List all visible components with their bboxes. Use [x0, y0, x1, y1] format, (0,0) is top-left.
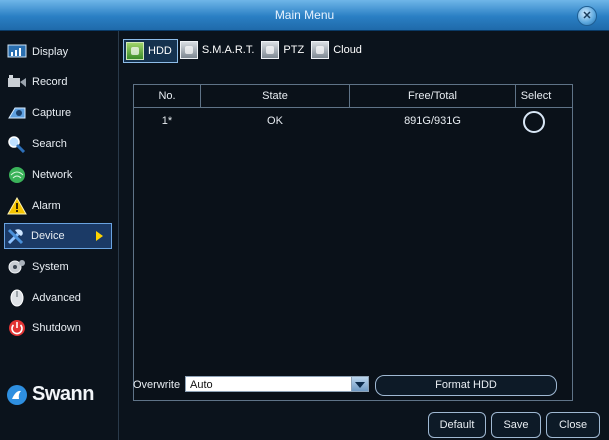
cloud-tab-icon — [311, 41, 330, 59]
overwrite-select[interactable]: Auto — [185, 376, 369, 392]
default-button[interactable]: Default — [428, 412, 486, 438]
logo-text: Swann — [32, 383, 94, 405]
tab-hdd[interactable]: HDD — [123, 39, 178, 63]
tab-cloud[interactable]: Cloud — [309, 39, 367, 61]
tab-ptz[interactable]: PTZ — [259, 39, 309, 61]
close-window-button[interactable]: ✕ — [577, 6, 597, 26]
select-radio[interactable] — [523, 111, 545, 133]
chevron-down-icon[interactable] — [351, 376, 369, 392]
network-icon — [6, 165, 28, 185]
swann-logo-icon — [7, 384, 27, 405]
cell-no: 1* — [161, 115, 173, 127]
sidebar-item-label: Alarm — [32, 200, 61, 212]
capture-icon — [6, 103, 28, 123]
swann-logo: Swann — [6, 383, 94, 406]
save-button[interactable]: Save — [491, 412, 541, 438]
overwrite-label: Overwrite — [133, 379, 181, 391]
sidebar-item-label: Advanced — [32, 292, 81, 304]
sidebar-item-record[interactable]: Record — [6, 69, 112, 95]
sidebar-item-advanced[interactable]: Advanced — [6, 285, 112, 311]
sidebar-item-display[interactable]: Display — [6, 39, 112, 65]
header-no: No. — [134, 85, 201, 107]
sidebar-item-shutdown[interactable]: Shutdown — [6, 315, 112, 341]
shutdown-icon — [6, 318, 28, 338]
tab-label: HDD — [148, 45, 172, 57]
cell-state: OK — [267, 115, 283, 127]
content-area: HDD S.M.A.R.T. PTZ Cloud No. State Free/… — [119, 31, 609, 440]
format-hdd-button[interactable]: Format HDD — [375, 375, 557, 396]
table-header: No. State Free/Total Select — [134, 85, 572, 108]
sidebar-item-label: Display — [32, 46, 69, 58]
system-icon — [6, 257, 28, 277]
sidebar-item-network[interactable]: Network — [6, 162, 112, 188]
search-icon — [6, 134, 28, 154]
smart-tab-icon — [179, 41, 198, 59]
sidebar-item-label: Device — [31, 230, 65, 242]
sidebar-item-system[interactable]: System — [6, 254, 112, 280]
header-state: State — [201, 85, 350, 107]
record-icon — [6, 72, 28, 92]
ptz-tab-icon — [261, 41, 280, 59]
active-arrow-icon — [96, 231, 103, 241]
alarm-icon — [6, 196, 28, 216]
sidebar-item-label: Shutdown — [32, 322, 81, 334]
cell-free-total: 891G/931G — [404, 115, 461, 127]
tab-smart[interactable]: S.M.A.R.T. — [178, 39, 260, 61]
sidebar-item-label: System — [32, 261, 69, 273]
close-icon: ✕ — [582, 10, 592, 22]
window-title: Main Menu — [274, 8, 335, 22]
hdd-table: No. State Free/Total Select 1* OK 891G/9… — [133, 84, 573, 401]
sidebar-item-label: Search — [32, 138, 67, 150]
display-icon — [6, 42, 28, 62]
sidebar: Display Record Capture Search Network Al… — [0, 31, 119, 440]
close-button[interactable]: Close — [546, 412, 600, 438]
tab-bar: HDD S.M.A.R.T. PTZ Cloud — [123, 39, 367, 63]
title-bar: Main Menu ✕ — [0, 0, 609, 31]
sidebar-item-device[interactable]: Device — [4, 223, 112, 249]
header-select: Select — [520, 90, 552, 102]
sidebar-item-capture[interactable]: Capture — [6, 100, 112, 126]
hdd-tab-icon — [126, 42, 144, 60]
device-icon — [5, 226, 27, 246]
sidebar-item-label: Capture — [32, 107, 72, 119]
sidebar-item-label: Record — [32, 76, 68, 88]
tab-label: PTZ — [283, 44, 305, 56]
header-free-total: Free/Total — [350, 85, 516, 107]
tab-label: S.M.A.R.T. — [201, 44, 255, 56]
tab-label: Cloud — [333, 44, 362, 56]
advanced-icon — [6, 288, 28, 308]
sidebar-item-alarm[interactable]: Alarm — [6, 193, 112, 219]
sidebar-item-search[interactable]: Search — [6, 131, 112, 157]
sidebar-item-label: Network — [32, 169, 73, 181]
